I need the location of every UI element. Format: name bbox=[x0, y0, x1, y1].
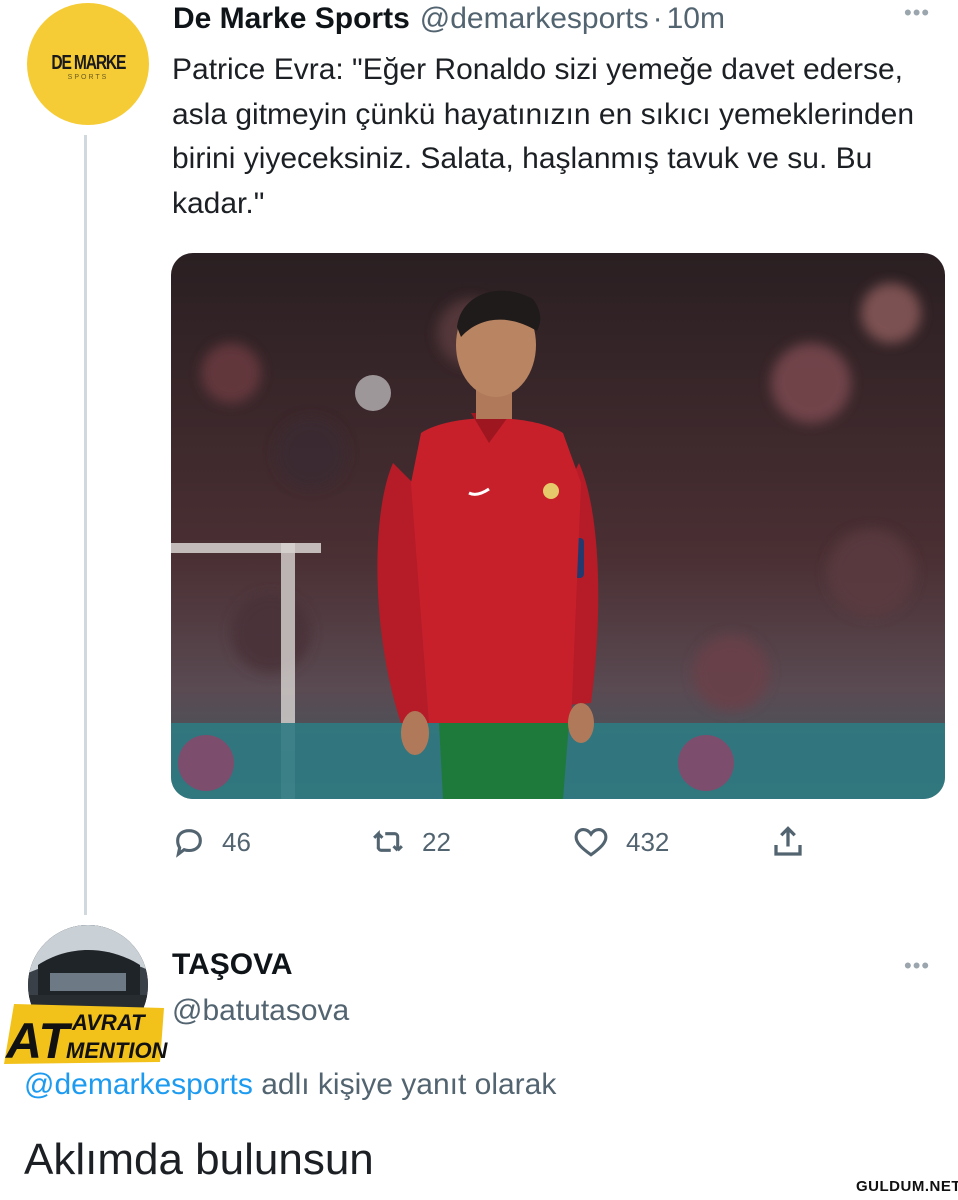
reply-author-handle[interactable]: @batutasova bbox=[172, 994, 349, 1028]
reply-button[interactable]: 46 bbox=[172, 822, 251, 862]
retweet-icon bbox=[373, 830, 403, 852]
retweet-count: 22 bbox=[422, 826, 451, 857]
more-horizontal-icon[interactable]: ••• bbox=[904, 955, 930, 977]
more-horizontal-icon[interactable]: ••• bbox=[904, 2, 930, 24]
football-player-photo bbox=[171, 253, 945, 799]
tweet-header: De Marke Sports @demarkesports · 10m bbox=[173, 0, 725, 38]
sticker-text-top: AVRAT bbox=[71, 1010, 146, 1035]
like-count: 432 bbox=[626, 826, 670, 857]
author-avatar[interactable]: DE MARKE SPORTS bbox=[27, 3, 149, 125]
heart-icon bbox=[574, 827, 608, 857]
retweet-button[interactable]: 22 bbox=[370, 822, 451, 862]
share-icon bbox=[774, 826, 802, 856]
reply-author-name[interactable]: TAŞOVA bbox=[172, 948, 293, 982]
watermark: GULDUM.NET bbox=[856, 1178, 958, 1195]
author-name[interactable]: De Marke Sports bbox=[173, 2, 410, 36]
thread-connector-line bbox=[84, 135, 87, 915]
replying-to-mention[interactable]: @demarkesports bbox=[24, 1068, 253, 1101]
reply-count: 46 bbox=[222, 826, 251, 857]
reply-text: Aklımda bulunsun bbox=[24, 1135, 374, 1184]
sticker-text-bottom: MENTION bbox=[66, 1038, 168, 1063]
avatar-logo-text: DE MARKE bbox=[51, 51, 126, 74]
author-handle[interactable]: @demarkesports bbox=[420, 2, 649, 36]
share-button[interactable] bbox=[770, 822, 806, 862]
avatar-logo-subtext: SPORTS bbox=[67, 73, 109, 81]
replying-to-suffix: adlı kişiye yanıt olarak bbox=[252, 1068, 557, 1101]
replying-to-line: @demarkesports adlı kişiye yanıt olarak bbox=[24, 1068, 556, 1102]
reply-icon bbox=[176, 829, 202, 858]
like-button[interactable]: 432 bbox=[572, 822, 669, 862]
avrat-mention-sticker: AT AVRAT MENTION bbox=[0, 1000, 169, 1069]
tweet-text: Patrice Evra: "Eğer Ronaldo sizi yemeğe … bbox=[172, 53, 915, 220]
tweet-media-image[interactable] bbox=[171, 253, 945, 799]
sticker-text-at: AT bbox=[4, 1013, 73, 1066]
header-separator: · bbox=[652, 2, 663, 35]
tweet-timestamp[interactable]: 10m bbox=[667, 2, 725, 36]
